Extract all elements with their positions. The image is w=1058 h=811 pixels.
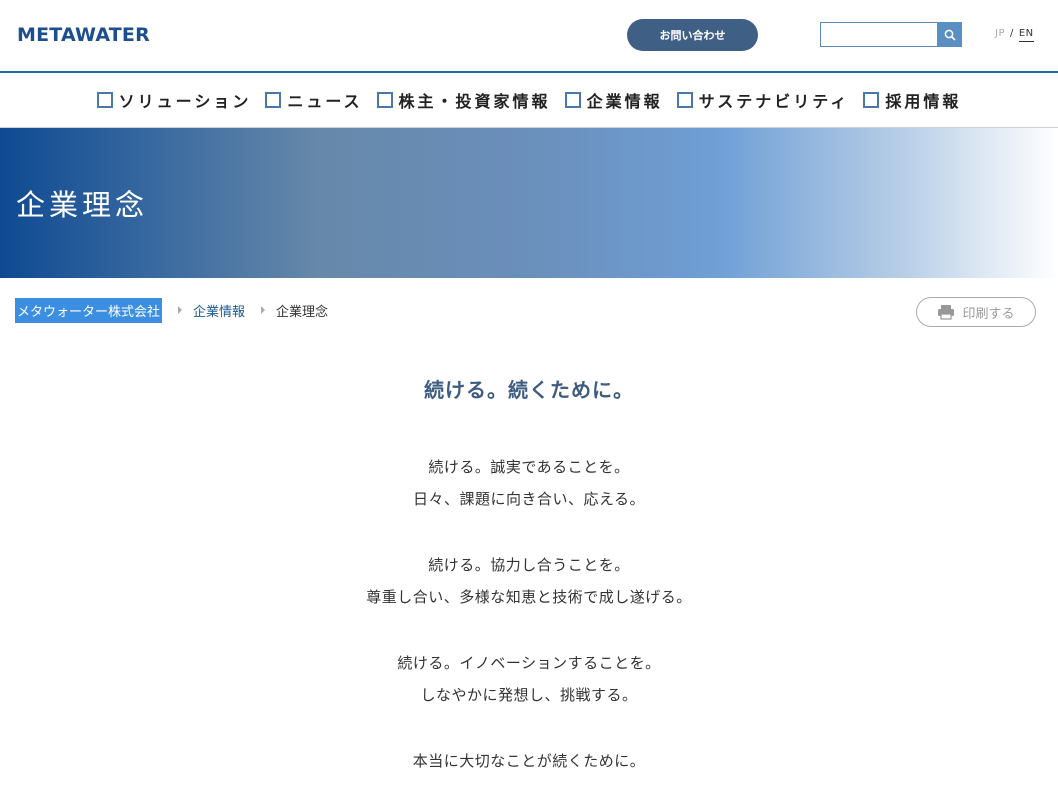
philosophy-line: 本当に大切なことが続くために。 xyxy=(412,752,646,770)
square-icon xyxy=(265,92,282,108)
lang-separator: / xyxy=(1009,28,1014,39)
philosophy-line: 続ける。イノベーションすることを。 xyxy=(397,654,661,672)
printer-icon xyxy=(937,304,955,320)
philosophy-line: 続ける。協力し合うことを。 xyxy=(428,556,630,574)
search-input[interactable] xyxy=(820,22,937,47)
breadcrumb-arrow-icon xyxy=(261,306,266,314)
breadcrumb-current: 企業理念 xyxy=(276,304,329,320)
language-switcher: JP / EN xyxy=(995,28,1034,42)
print-button[interactable]: 印刷する xyxy=(916,297,1036,327)
contact-button-label: お問い合わせ xyxy=(659,29,726,42)
contact-button[interactable]: お問い合わせ xyxy=(627,19,758,51)
square-icon xyxy=(863,92,880,108)
nav-item-label: ソリューション xyxy=(118,92,252,111)
square-icon xyxy=(676,92,693,108)
global-navigation: ソリューション ニュース 株主・投資家情報 企業情報 サステナビリティ 採用情報 xyxy=(0,73,1058,128)
lang-en-link[interactable]: EN xyxy=(1018,28,1034,42)
nav-item-recruit[interactable]: 採用情報 xyxy=(863,88,961,112)
square-icon xyxy=(564,92,581,108)
search-button[interactable] xyxy=(937,22,962,47)
metawater-logo[interactable]: METAWATER xyxy=(17,22,150,48)
nav-item-label: 採用情報 xyxy=(885,92,962,111)
breadcrumb-parent-link[interactable]: 企業情報 xyxy=(193,301,245,320)
site-header: METAWATER お問い合わせ JP / EN xyxy=(0,0,1058,73)
philosophy-content: 続ける。続くために。 続ける。誠実であることを。 日々、課題に向き合い、応える。… xyxy=(0,370,1058,811)
philosophy-paragraph: 続ける。誠実であることを。 日々、課題に向き合い、応える。 xyxy=(0,451,1058,515)
breadcrumb-arrow-icon xyxy=(178,306,183,314)
nav-item-news[interactable]: ニュース xyxy=(265,88,362,112)
square-icon xyxy=(96,92,113,108)
nav-item-solutions[interactable]: ソリューション xyxy=(96,88,252,112)
page-title: 企業理念 xyxy=(16,188,149,222)
philosophy-paragraph: 続ける。協力し合うことを。 尊重し合い、多様な知恵と技術で成し遂げる。 xyxy=(0,549,1058,613)
logo-text: METAWATER xyxy=(17,24,150,46)
nav-item-investors[interactable]: 株主・投資家情報 xyxy=(376,88,551,112)
philosophy-line: 日々、課題に向き合い、応える。 xyxy=(412,490,646,508)
search-icon xyxy=(944,29,956,41)
philosophy-line: 続ける。誠実であることを。 xyxy=(428,458,630,476)
philosophy-paragraph: 続ける。イノベーションすることを。 しなやかに発想し、挑戦する。 xyxy=(0,647,1058,711)
page-hero-banner: 企業理念 xyxy=(0,128,1058,278)
nav-item-label: ニュース xyxy=(287,92,363,111)
nav-item-label: 企業情報 xyxy=(586,92,663,111)
breadcrumb-home-link[interactable]: メタウォーター株式会社 xyxy=(15,297,163,323)
print-button-label: 印刷する xyxy=(962,306,1015,322)
breadcrumb: メタウォーター株式会社 企業情報 企業理念 xyxy=(15,297,329,323)
nav-item-sustainability[interactable]: サステナビリティ xyxy=(676,88,850,112)
nav-item-label: サステナビリティ xyxy=(698,92,850,111)
philosophy-line: しなやかに発想し、挑戦する。 xyxy=(420,686,638,704)
nav-item-company[interactable]: 企業情報 xyxy=(564,88,663,112)
lang-jp-link[interactable]: JP xyxy=(995,28,1005,39)
philosophy-paragraph: 本当に大切なことが続くために。 xyxy=(0,745,1058,777)
nav-item-label: 株主・投資家情報 xyxy=(398,92,551,111)
philosophy-heading: 続ける。続くために。 xyxy=(424,378,634,402)
square-icon xyxy=(376,92,393,108)
philosophy-line: 尊重し合い、多様な知恵と技術で成し遂げる。 xyxy=(366,588,692,606)
